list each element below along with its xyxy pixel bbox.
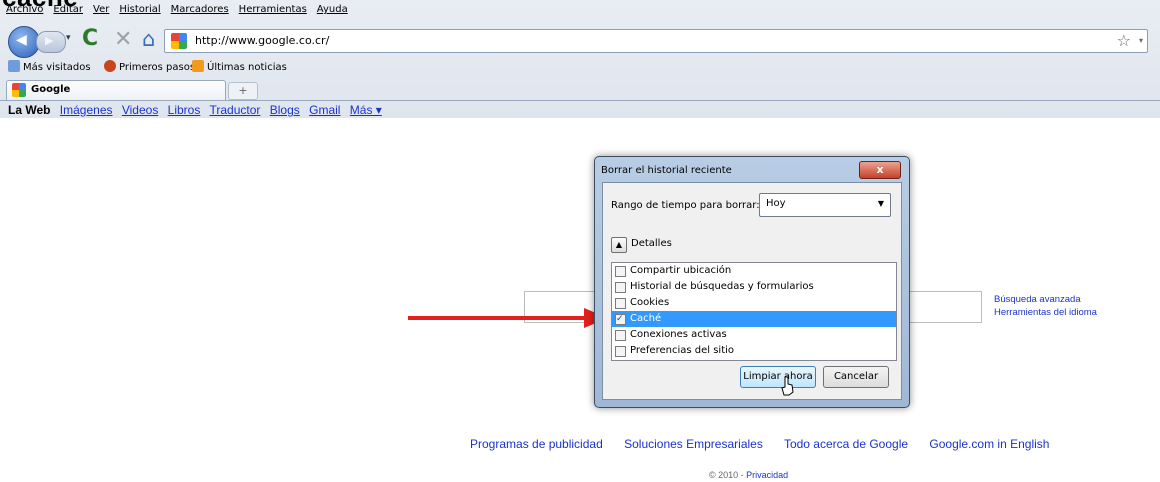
- list-item-label: Caché: [630, 313, 662, 324]
- gbar-link-mas[interactable]: Más ▾: [350, 103, 382, 117]
- history-items-list: Compartir ubicación Historial de búsqued…: [611, 262, 897, 361]
- time-range-select[interactable]: Hoy ▼: [759, 193, 891, 217]
- language-tools-link[interactable]: Herramientas del idioma: [994, 306, 1097, 319]
- clear-now-button[interactable]: Limpiar ahora: [740, 366, 816, 388]
- checkbox[interactable]: [615, 346, 626, 357]
- reload-icon[interactable]: C: [82, 26, 98, 51]
- forward-button[interactable]: [36, 31, 66, 53]
- menu-historial[interactable]: Historial: [119, 4, 160, 15]
- menu-ver[interactable]: Ver: [93, 4, 109, 15]
- bookmark-ultimas-noticias[interactable]: Últimas noticias: [192, 58, 287, 78]
- gbar-link-blogs[interactable]: Blogs: [270, 103, 300, 117]
- copyright-text: © 2010 -: [709, 470, 747, 480]
- clear-history-dialog: Borrar el historial reciente x Rango de …: [594, 156, 910, 408]
- google-favicon-icon: [12, 83, 26, 97]
- list-item[interactable]: Cookies: [612, 295, 896, 311]
- dialog-title: Borrar el historial reciente: [601, 165, 732, 176]
- menu-ayuda[interactable]: Ayuda: [317, 4, 348, 15]
- list-item-label: Compartir ubicación: [630, 265, 732, 276]
- chevron-down-icon: ▼: [877, 199, 884, 208]
- footer-links: Programas de publicidad Soluciones Empre…: [470, 437, 1067, 451]
- url-bar[interactable]: http://www.google.co.cr/ ☆ ▾: [164, 29, 1148, 53]
- list-item-label: Conexiones activas: [630, 329, 727, 340]
- list-item-label: Cookies: [630, 297, 670, 308]
- list-item[interactable]: Preferencias del sitio: [612, 343, 896, 359]
- footer-link-about[interactable]: Todo acerca de Google: [784, 437, 908, 451]
- checkbox[interactable]: [615, 311, 626, 327]
- tab-label: Google: [31, 84, 71, 95]
- url-dropdown-icon[interactable]: ▾: [1139, 36, 1143, 45]
- privacy-link[interactable]: Privacidad: [746, 470, 788, 480]
- cursor-shape: [781, 376, 794, 396]
- footer-link-english[interactable]: Google.com in English: [929, 437, 1049, 451]
- close-button[interactable]: x: [859, 161, 901, 179]
- bookmark-star-icon[interactable]: ☆: [1117, 31, 1131, 50]
- gbar-link-libros[interactable]: Libros: [168, 103, 201, 117]
- checkbox[interactable]: [615, 266, 626, 277]
- bookmark-primeros-pasos[interactable]: Primeros pasos: [104, 58, 195, 78]
- bookmark-label: Últimas noticias: [207, 62, 287, 73]
- cancel-button[interactable]: Cancelar: [823, 366, 889, 388]
- time-range-label: Rango de tiempo para borrar:: [611, 200, 760, 211]
- gbar-link-gmail[interactable]: Gmail: [309, 103, 340, 117]
- google-bar: La Web Imágenes Videos Libros Traductor …: [8, 103, 388, 117]
- checkbox[interactable]: [615, 298, 626, 309]
- checkbox[interactable]: [615, 330, 626, 341]
- new-tab-button[interactable]: +: [228, 82, 258, 100]
- google-favicon-icon: [171, 33, 187, 49]
- bookmarks-toolbar: Más visitados Primeros pasos Últimas not…: [0, 58, 1160, 78]
- folder-icon: [8, 60, 20, 72]
- list-item[interactable]: Compartir ubicación: [612, 263, 896, 279]
- firefox-icon: [104, 60, 116, 72]
- list-item[interactable]: Conexiones activas: [612, 327, 896, 343]
- footer-link-advertising[interactable]: Programas de publicidad: [470, 437, 603, 451]
- gbar-link-videos[interactable]: Videos: [122, 103, 158, 117]
- list-item[interactable]: Historial de búsquedas y formularios: [612, 279, 896, 295]
- bookmark-mas-visitados[interactable]: Más visitados: [8, 58, 91, 78]
- stop-icon[interactable]: ✕: [114, 27, 132, 52]
- list-item-label: Historial de búsquedas y formularios: [630, 281, 814, 292]
- menu-herramientas[interactable]: Herramientas: [239, 4, 307, 15]
- page-heading: caché: [2, 0, 78, 10]
- gbar-current: La Web: [8, 103, 51, 117]
- list-item-label: Preferencias del sitio: [630, 345, 735, 356]
- bookmark-label: Más visitados: [23, 62, 91, 73]
- footer-link-business[interactable]: Soluciones Empresariales: [624, 437, 763, 451]
- url-text[interactable]: http://www.google.co.cr/: [195, 34, 329, 47]
- hand-cursor-icon: [781, 376, 794, 396]
- details-toggle-button[interactable]: ▲: [611, 237, 627, 253]
- search-side-links: Búsqueda avanzada Herramientas del idiom…: [994, 293, 1097, 319]
- list-item[interactable]: Caché: [612, 311, 896, 327]
- advanced-search-link[interactable]: Búsqueda avanzada: [994, 293, 1097, 306]
- menu-bar: Archivo Editar Ver Historial Marcadores Herra…: [0, 0, 1160, 20]
- home-icon[interactable]: ⌂: [142, 27, 155, 51]
- checkbox[interactable]: [615, 282, 626, 293]
- menu-marcadores[interactable]: Marcadores: [171, 4, 229, 15]
- time-range-value: Hoy: [766, 198, 786, 209]
- history-dropdown-icon[interactable]: ▾: [66, 33, 71, 43]
- gbar-link-imagenes[interactable]: Imágenes: [60, 103, 113, 117]
- red-arrow-annotation: [408, 308, 608, 328]
- tab-google[interactable]: Google: [6, 80, 226, 100]
- dialog-body: Rango de tiempo para borrar: Hoy ▼ ▲ Det…: [602, 182, 902, 400]
- details-label: Detalles: [631, 238, 672, 249]
- copyright: © 2010 - Privacidad: [709, 470, 788, 480]
- rss-icon: [192, 60, 204, 72]
- gbar-link-traductor[interactable]: Traductor: [209, 103, 260, 117]
- bookmark-label: Primeros pasos: [119, 62, 196, 73]
